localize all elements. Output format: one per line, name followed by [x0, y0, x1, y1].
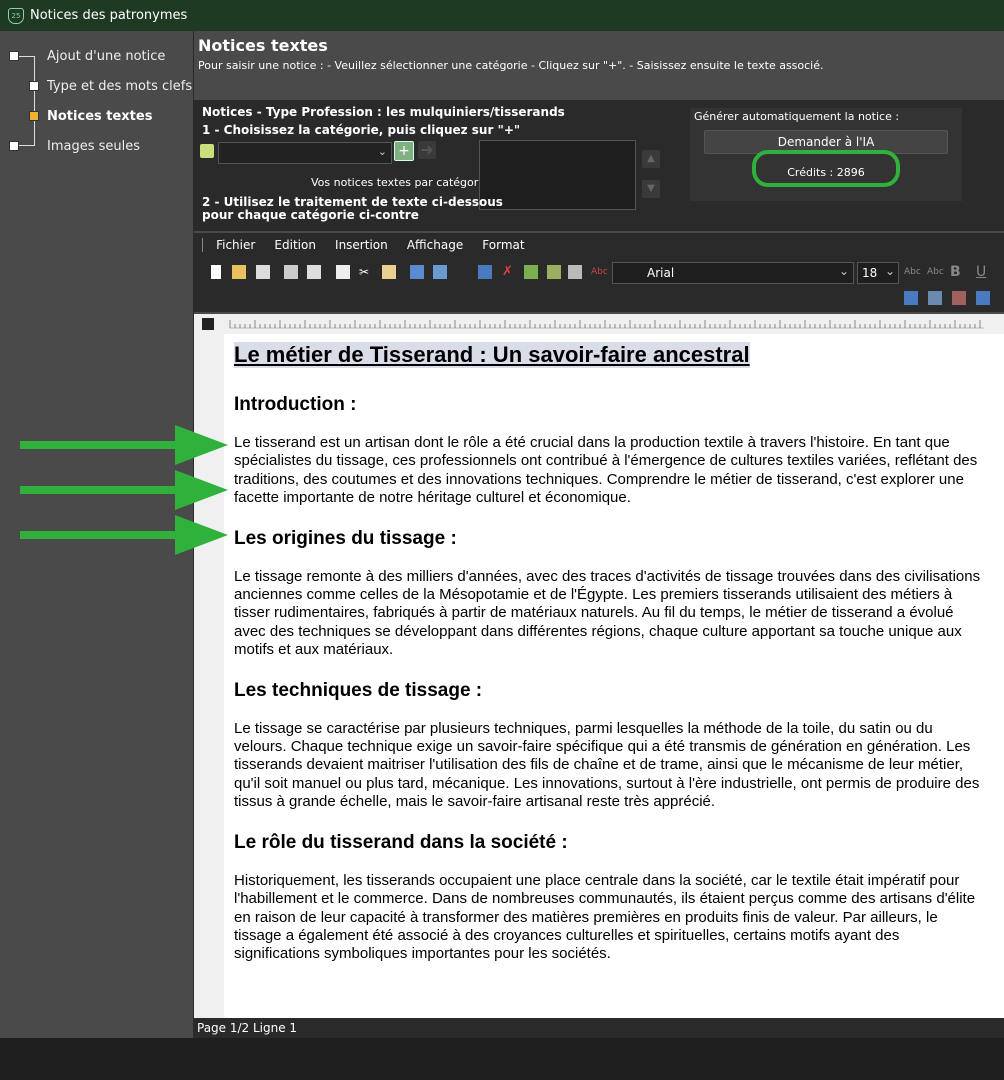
node-box-active: [29, 111, 39, 121]
tree-line: [34, 56, 35, 146]
new-doc-icon[interactable]: [211, 265, 221, 279]
justify-icon[interactable]: [976, 291, 990, 305]
category-icon: [200, 144, 214, 158]
horizontal-ruler: [194, 314, 1004, 334]
paste-icon[interactable]: [382, 265, 396, 279]
credits-badge: Crédits : 2896: [752, 150, 900, 187]
move-up-button[interactable]: ▲: [642, 150, 660, 168]
sidebar-item-type-mots-clefs[interactable]: Type et des mots clefs: [47, 79, 192, 94]
step2-label-2: pour chaque catégorie ci-contre: [202, 208, 419, 222]
image-icon[interactable]: [433, 265, 447, 279]
move-down-button[interactable]: ▼: [642, 180, 660, 198]
align-center-icon[interactable]: [928, 291, 942, 305]
delete-icon[interactable]: ✗: [502, 265, 516, 279]
vertical-ruler: [194, 334, 224, 1018]
next-button[interactable]: ➜: [418, 141, 436, 159]
menu-format[interactable]: Format: [482, 233, 524, 257]
bottom-area: [0, 1038, 1004, 1080]
table-icon[interactable]: [410, 265, 424, 279]
menu-fichier[interactable]: Fichier: [216, 233, 255, 257]
doc-paragraph-intro: Le tisserand est un artisan dont le rôle…: [234, 434, 978, 507]
by-category-label: Vos notices textes par catégorie :: [311, 176, 496, 189]
step1-label: 1 - Choisissez la catégorie, puis clique…: [202, 123, 521, 137]
page-subtitle: Pour saisir une notice : - Veuillez séle…: [198, 59, 824, 72]
app-logo-icon: 25: [8, 7, 24, 24]
menu-bar: Fichier Edition Insertion Affichage Form…: [194, 233, 1004, 257]
menu-affichage[interactable]: Affichage: [407, 233, 463, 257]
sidebar-item-ajout-notice[interactable]: Ajout d'une notice: [47, 49, 165, 64]
save-icon[interactable]: [256, 265, 270, 279]
abc-icon[interactable]: Abc: [591, 265, 608, 279]
doc-paragraph-role: Historiquement, les tisserands occupaien…: [234, 871, 976, 963]
doc-paragraph-origins: Le tissage remonte à des milliers d'anné…: [234, 567, 981, 659]
generate-label: Générer automatiquement la notice :: [694, 110, 900, 123]
generate-panel: Générer automatiquement la notice : Dema…: [690, 108, 962, 201]
font-select[interactable]: Arial ⌄: [612, 262, 854, 284]
print-preview-icon[interactable]: [307, 265, 321, 279]
menu-insertion[interactable]: Insertion: [335, 233, 388, 257]
status-bar: Page 1/2 Ligne 1: [194, 1018, 1004, 1038]
align-left-icon[interactable]: [904, 291, 918, 305]
editor-toolbar: ✂ ✗ Abc Arial ⌄ 18 ⌄ Abc Abc B U: [194, 257, 1004, 312]
sidebar: Ajout d'une notice Type et des mots clef…: [0, 31, 194, 1038]
open-folder-icon[interactable]: [232, 265, 246, 279]
clear-icon[interactable]: [524, 265, 538, 279]
step2-label-1: 2 - Utilisez le traitement de texte ci-d…: [202, 195, 503, 209]
style-abc-icon[interactable]: Abc: [904, 265, 921, 279]
style-abc-icon[interactable]: Abc: [927, 265, 944, 279]
document-editor[interactable]: Le métier de Tisserand : Un savoir-faire…: [224, 334, 1004, 1018]
font-value: Arial: [647, 266, 675, 280]
cut-icon[interactable]: ✂: [359, 265, 373, 279]
doc-heading-intro: Introduction :: [234, 394, 357, 415]
sidebar-item-images-seules[interactable]: Images seules: [47, 139, 140, 154]
page-title: Notices textes: [198, 36, 328, 55]
doc-title: Le métier de Tisserand : Un savoir-faire…: [234, 342, 750, 368]
doc-heading-origins: Les origines du tissage :: [234, 527, 457, 549]
chevron-down-icon: ⌄: [377, 145, 387, 158]
main-area: Notices textes Pour saisir une notice : …: [194, 31, 1004, 1038]
align-right-icon[interactable]: [952, 291, 966, 305]
doc-heading-techniques: Les techniques de tissage :: [234, 679, 483, 701]
print-icon[interactable]: [284, 265, 298, 279]
node-box: [9, 141, 19, 151]
add-button[interactable]: +: [394, 141, 414, 161]
menu-divider: [202, 237, 203, 252]
spellcheck-auto-icon[interactable]: [568, 265, 582, 279]
node-box: [29, 81, 39, 91]
menu-edition[interactable]: Edition: [274, 233, 316, 257]
document-content: Le métier de Tisserand : Un savoir-faire…: [234, 342, 984, 984]
font-size-select[interactable]: 18 ⌄: [857, 262, 899, 284]
copy-icon[interactable]: [336, 265, 350, 279]
font-size-value: 18: [862, 266, 878, 280]
doc-paragraph-techniques: Le tissage se caractérise par plusieurs …: [234, 719, 980, 811]
chevron-down-icon: ⌄: [884, 264, 895, 278]
window-title: Notices des patronymes: [30, 8, 188, 23]
spellcheck-icon[interactable]: [547, 265, 561, 279]
notice-panel: Notices - Type Profession : les mulquini…: [194, 100, 1004, 231]
doc-heading-role: Le rôle du tisserand dans la société :: [234, 831, 568, 853]
chevron-down-icon: ⌄: [838, 264, 849, 278]
sidebar-item-notices-textes[interactable]: Notices textes: [47, 109, 152, 124]
category-select[interactable]: ⌄: [218, 142, 392, 164]
node-box: [9, 51, 19, 61]
ruler-ticks: [229, 320, 984, 329]
title-bar: 25 Notices des patronymes: [0, 0, 1004, 31]
underline-icon[interactable]: U: [976, 265, 990, 279]
notices-type-label: Notices - Type Profession : les mulquini…: [202, 105, 565, 119]
bold-icon[interactable]: B: [950, 265, 964, 279]
find-icon[interactable]: [478, 265, 492, 279]
